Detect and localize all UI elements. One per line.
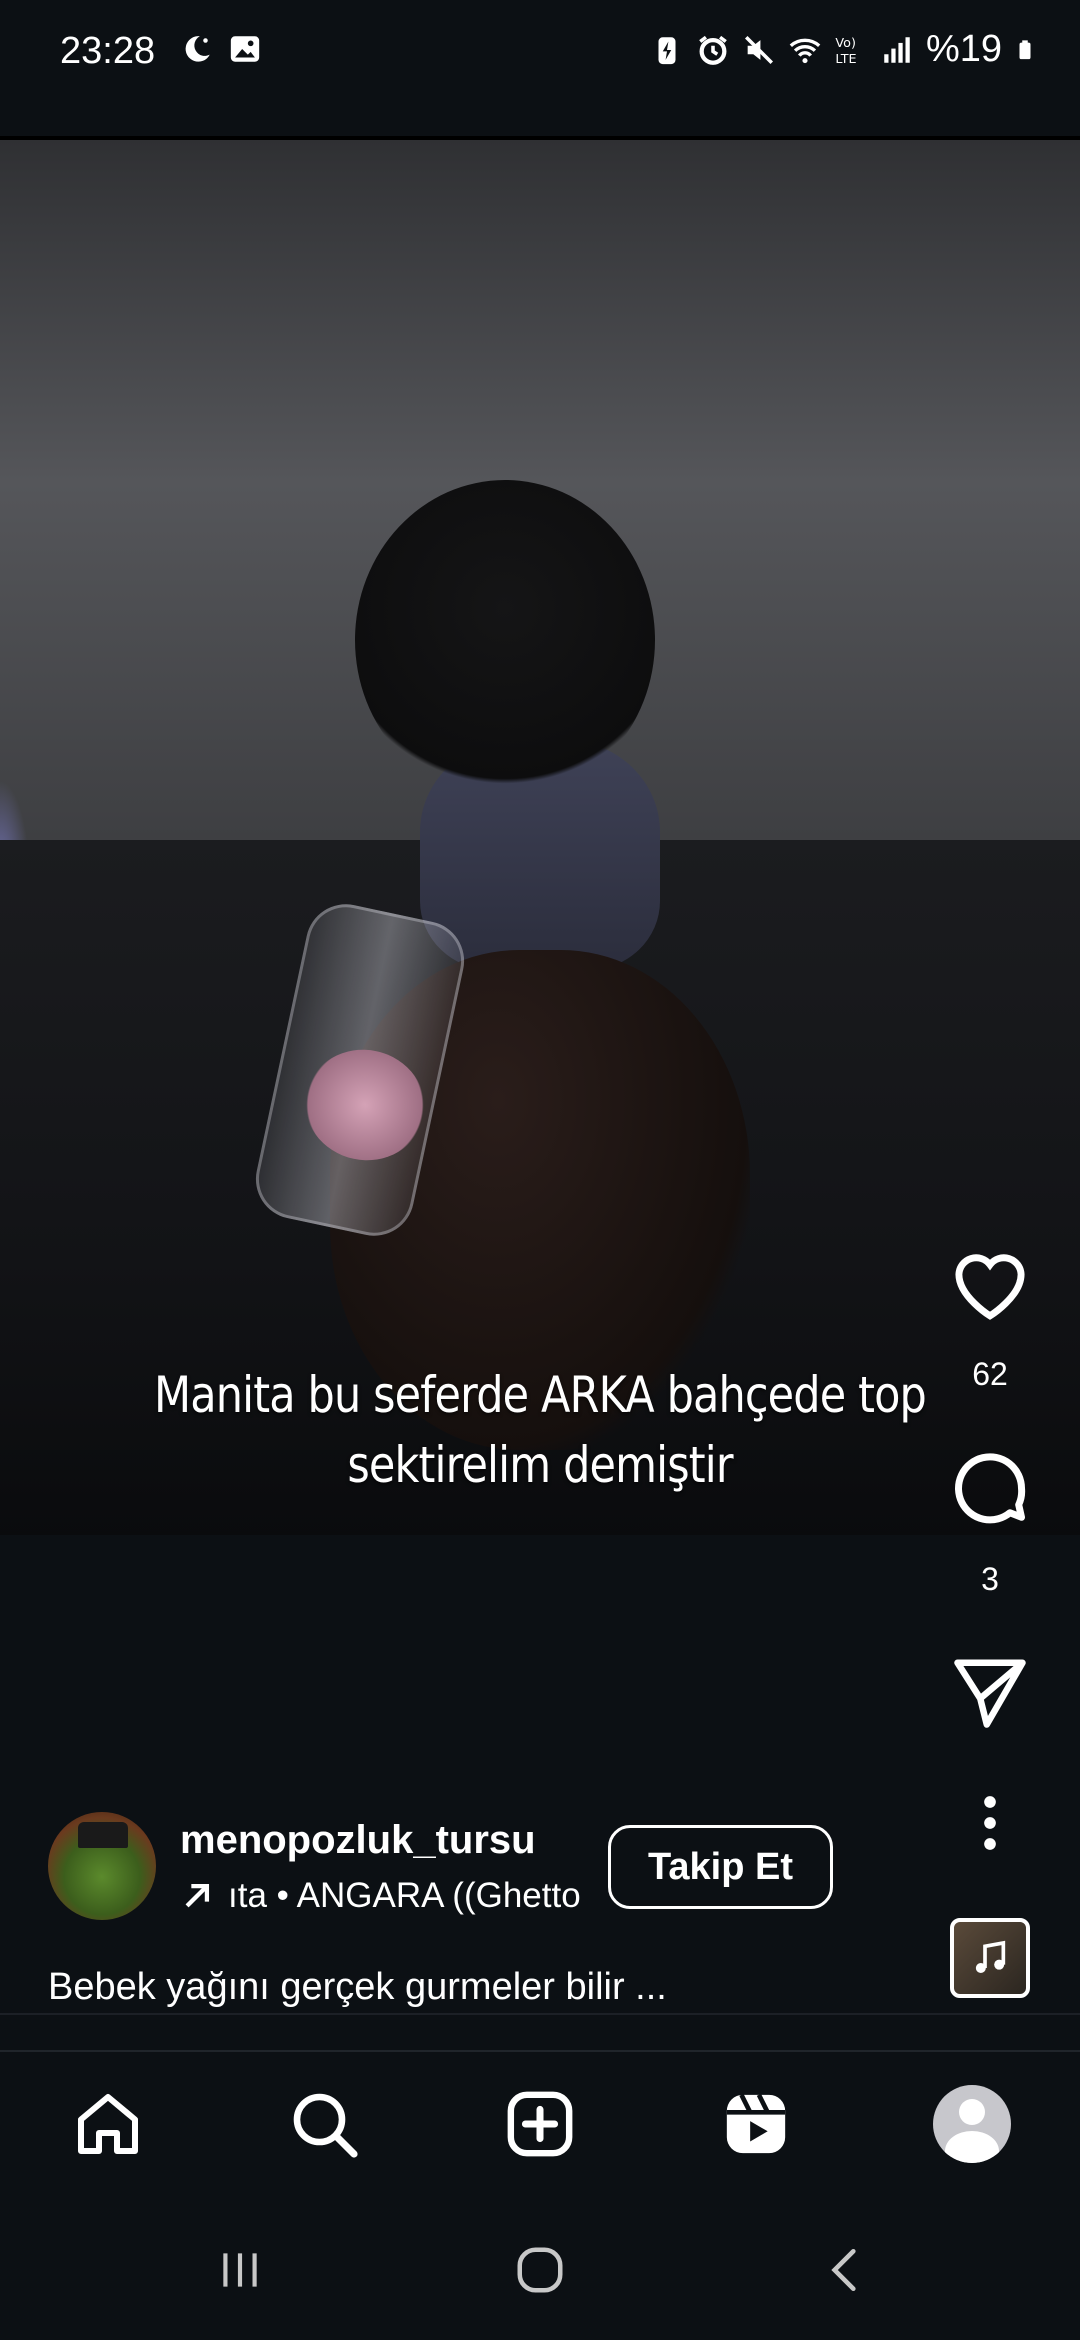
nav-create[interactable] bbox=[500, 2084, 580, 2164]
follow-button[interactable]: Takip Et bbox=[608, 1825, 833, 1909]
create-icon bbox=[507, 2091, 573, 2157]
share-button[interactable] bbox=[940, 1656, 1040, 1728]
nav-profile[interactable] bbox=[932, 2084, 1012, 2164]
more-options-button[interactable] bbox=[940, 1795, 1040, 1851]
photo-figure-hair bbox=[355, 480, 655, 800]
audio-title: ıta • ANGARA ((Ghetto bbox=[228, 1876, 581, 1915]
audio-thumbnail-button[interactable] bbox=[950, 1918, 1030, 1998]
svg-text:Vo): Vo) bbox=[835, 36, 856, 51]
heart-icon bbox=[955, 1254, 1025, 1320]
avatar-hat bbox=[78, 1822, 128, 1848]
nav-search[interactable] bbox=[284, 2084, 364, 2164]
battery-percent: %19 bbox=[925, 28, 1002, 70]
profile-avatar bbox=[933, 2085, 1011, 2163]
wifi-icon bbox=[789, 38, 821, 63]
search-icon bbox=[293, 2093, 358, 2158]
caption-line-1: Manita bu seferde ARKA bahçede top bbox=[153, 1366, 927, 1424]
like-count: 62 bbox=[972, 1356, 1008, 1392]
audio-link[interactable]: ıta • ANGARA ((Ghetto bbox=[180, 1876, 581, 1916]
system-home-button[interactable] bbox=[510, 2240, 570, 2300]
caption-line-2: sektirelim demiştir bbox=[347, 1436, 733, 1494]
author-avatar[interactable] bbox=[48, 1812, 156, 1920]
moon-icon bbox=[185, 36, 210, 62]
recents-button[interactable] bbox=[210, 2240, 270, 2300]
like-button[interactable] bbox=[940, 1245, 1040, 1321]
signal-icon bbox=[884, 36, 910, 63]
status-time: 23:28 bbox=[60, 30, 156, 72]
music-note-icon bbox=[975, 1940, 1006, 1973]
author-username[interactable]: menopozluk_tursu bbox=[180, 1818, 536, 1863]
alarm-icon bbox=[699, 35, 727, 65]
system-navigation-bar bbox=[0, 2190, 1080, 2340]
image-icon bbox=[230, 36, 260, 62]
home-circle-icon bbox=[517, 2247, 563, 2293]
nav-home[interactable] bbox=[68, 2084, 148, 2164]
volte-icon: Vo)LTE bbox=[835, 36, 856, 67]
svg-text:LTE: LTE bbox=[835, 51, 856, 66]
comment-button[interactable] bbox=[940, 1448, 1040, 1532]
back-button[interactable] bbox=[815, 2240, 875, 2300]
arrow-up-right-icon bbox=[185, 1883, 210, 1908]
comment-count: 3 bbox=[981, 1561, 999, 1597]
nav-reels[interactable] bbox=[716, 2084, 796, 2164]
home-icon bbox=[78, 2094, 138, 2154]
mute-icon bbox=[744, 35, 773, 64]
status-bar: 23:28 Vo) LTE %19 bbox=[0, 0, 1080, 104]
send-icon bbox=[954, 1659, 1026, 1728]
recents-icon bbox=[223, 2253, 257, 2287]
more-vertical-icon bbox=[984, 1796, 996, 1850]
bottom-navigation bbox=[0, 2050, 1080, 2190]
battery-icon bbox=[1019, 39, 1031, 59]
battery-saver-icon bbox=[658, 36, 676, 64]
reels-icon bbox=[726, 2093, 786, 2154]
comment-icon bbox=[955, 1453, 1026, 1524]
back-icon bbox=[831, 2248, 856, 2292]
footer-divider bbox=[0, 2013, 1080, 2015]
post-media[interactable] bbox=[0, 140, 1080, 1535]
caption-overlay: Manita bu seferde ARKA bahçede top sekti… bbox=[144, 1360, 935, 1500]
post-description[interactable]: Bebek yağını gerçek gurmeler bilir ... bbox=[48, 1966, 667, 2009]
